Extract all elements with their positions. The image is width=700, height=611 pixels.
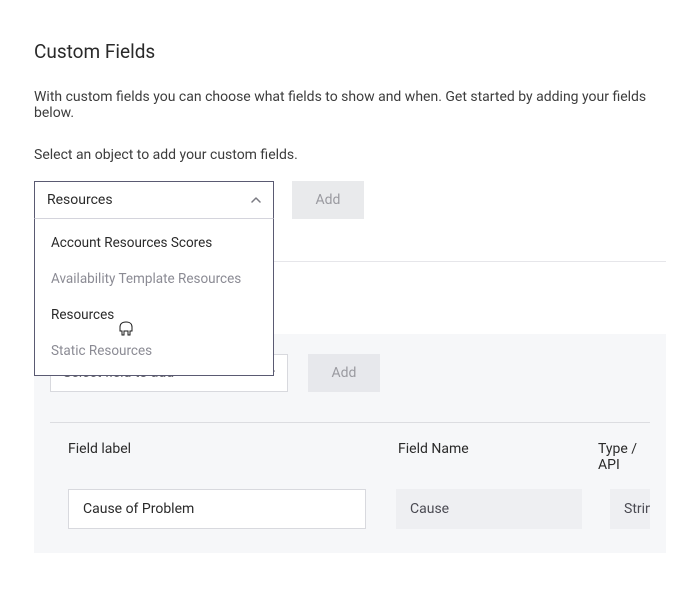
field-type-value: String / Cause__ xyxy=(610,489,650,529)
object-select[interactable]: Resources xyxy=(34,181,274,219)
object-option-static-resources[interactable]: Static Resources xyxy=(35,333,273,369)
page-title: Custom Fields xyxy=(34,40,666,63)
add-field-button[interactable]: Add xyxy=(308,354,380,392)
add-object-button[interactable]: Add xyxy=(292,181,364,219)
panel-divider xyxy=(50,422,650,423)
chevron-up-icon xyxy=(251,195,261,205)
object-option-resources[interactable]: Resources xyxy=(35,297,273,333)
field-label-input[interactable]: Cause of Problem xyxy=(68,489,366,529)
table-header: Field label Field Name Type / API xyxy=(50,441,650,473)
page-description: With custom fields you can choose what f… xyxy=(34,89,666,121)
fields-table: Field label Field Name Type / API Cause … xyxy=(50,441,650,529)
object-option-account-resources-scores[interactable]: Account Resources Scores xyxy=(35,225,273,261)
object-option-availability-template-resources[interactable]: Availability Template Resources xyxy=(35,261,273,297)
field-name-value: Cause xyxy=(396,489,582,529)
object-select-dropdown: Account Resources Scores Availability Te… xyxy=(34,218,274,376)
page-subdescription: Select an object to add your custom fiel… xyxy=(34,147,666,163)
col-field-label: Field label xyxy=(68,441,398,473)
col-field-name: Field Name xyxy=(398,441,598,473)
object-select-value: Resources xyxy=(47,192,113,208)
col-type-api: Type / API xyxy=(598,441,650,473)
table-row: Cause of Problem Cause String / Cause__ xyxy=(50,489,650,529)
